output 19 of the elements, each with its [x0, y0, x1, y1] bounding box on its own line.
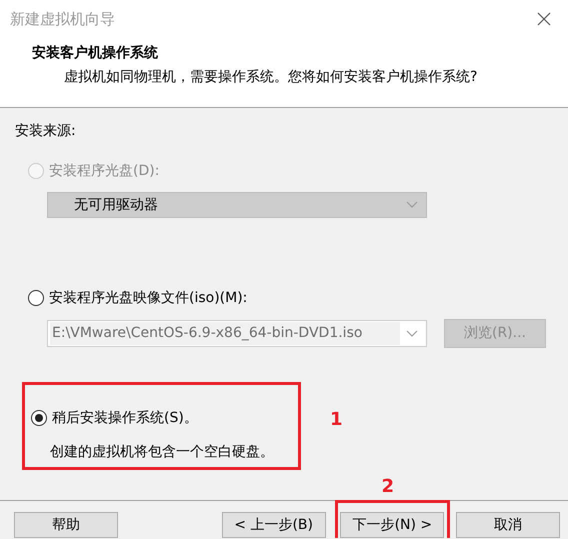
window-title: 新建虚拟机向导 [10, 8, 115, 30]
page-description: 虚拟机如同物理机，需要操作系统。您将如何安装客户机操作系统? [64, 68, 478, 86]
wizard-button[interactable]: 帮助 [14, 512, 118, 538]
chevron-down-icon [406, 201, 418, 209]
annotation-number: 1 [330, 410, 343, 430]
wizard-button[interactable]: 取消 [456, 512, 560, 538]
radio-button[interactable] [28, 290, 44, 306]
close-icon[interactable] [536, 11, 552, 27]
page-heading: 安装客户机操作系统 [32, 44, 158, 62]
wizard-button[interactable]: 下一步(N) > [340, 512, 444, 538]
option-label: 安装程序光盘映像文件(iso)(M): [49, 289, 248, 307]
option-label: 稍后安装操作系统(S)。 [52, 409, 198, 427]
annotation-number: 2 [382, 477, 394, 497]
radio-button[interactable] [31, 410, 47, 426]
option-description: 创建的虚拟机将包含一个空白硬盘。 [50, 443, 274, 461]
option-label: 安装程序光盘(D): [49, 162, 160, 180]
chevron-down-icon [406, 330, 418, 338]
section-label: 安装来源: [15, 122, 76, 140]
wizard-button[interactable]: < 上一步(B) [222, 512, 326, 538]
